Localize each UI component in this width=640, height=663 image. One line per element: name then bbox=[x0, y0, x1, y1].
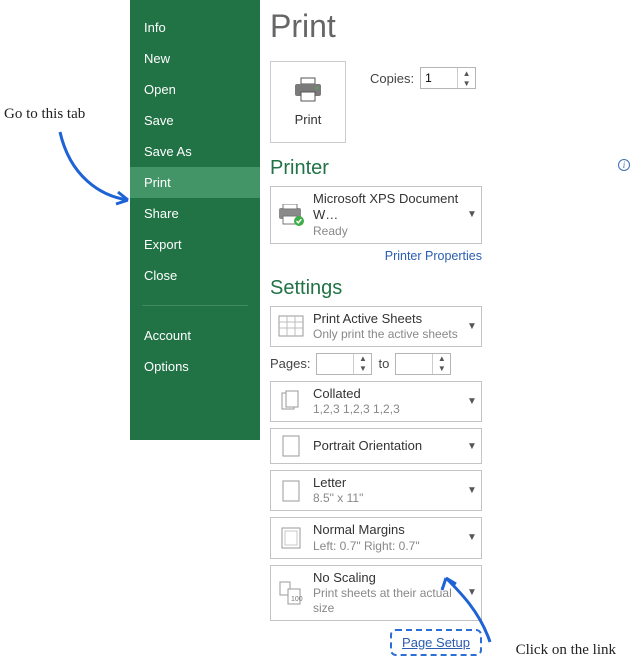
printer-status-icon bbox=[271, 187, 311, 243]
page-icon bbox=[271, 471, 311, 510]
scaling-dropdown[interactable]: 100 No Scaling Print sheets at their act… bbox=[270, 565, 482, 621]
copies-up-icon[interactable]: ▲ bbox=[458, 68, 475, 78]
sidebar-item-options[interactable]: Options bbox=[130, 351, 260, 382]
sheets-icon bbox=[271, 307, 311, 346]
annotation-link: Click on the link bbox=[516, 642, 616, 659]
copies-input[interactable] bbox=[421, 68, 457, 88]
print-panel: Print Print Copies: ▲ ▼ bbox=[270, 0, 630, 656]
pages-to-spinner[interactable]: ▲▼ bbox=[395, 353, 451, 375]
svg-text:100: 100 bbox=[291, 596, 303, 603]
printer-heading: Printer bbox=[270, 157, 329, 180]
chevron-down-icon: ▼ bbox=[463, 518, 481, 557]
chevron-down-icon: ▼ bbox=[463, 187, 481, 243]
sidebar-item-open[interactable]: Open bbox=[130, 74, 260, 105]
margins-line2: Left: 0.7" Right: 0.7" bbox=[313, 539, 461, 554]
chevron-down-icon: ▼ bbox=[463, 382, 481, 421]
print-button[interactable]: Print bbox=[270, 61, 346, 143]
down-icon[interactable]: ▼ bbox=[433, 364, 450, 374]
sidebar-item-save-as[interactable]: Save As bbox=[130, 136, 260, 167]
chevron-down-icon: ▼ bbox=[463, 471, 481, 510]
sidebar-divider bbox=[142, 305, 248, 306]
margins-dropdown[interactable]: Normal Margins Left: 0.7" Right: 0.7" ▼ bbox=[270, 517, 482, 558]
paper-line1: Letter bbox=[313, 475, 461, 491]
copies-label: Copies: bbox=[370, 71, 414, 86]
copies-down-icon[interactable]: ▼ bbox=[458, 78, 475, 88]
collation-line2: 1,2,3 1,2,3 1,2,3 bbox=[313, 402, 461, 417]
print-what-dropdown[interactable]: Print Active Sheets Only print the activ… bbox=[270, 306, 482, 347]
pages-label: Pages: bbox=[270, 356, 310, 371]
collation-line1: Collated bbox=[313, 386, 461, 402]
print-button-label: Print bbox=[295, 112, 322, 127]
sidebar-item-close[interactable]: Close bbox=[130, 260, 260, 291]
print-what-line1: Print Active Sheets bbox=[313, 311, 461, 327]
annotation-tab: Go to this tab bbox=[4, 106, 85, 123]
printer-status: Ready bbox=[313, 224, 461, 239]
printer-properties-link[interactable]: Printer Properties bbox=[385, 249, 482, 263]
chevron-down-icon: ▼ bbox=[463, 566, 481, 620]
margins-icon bbox=[271, 518, 311, 557]
printer-icon bbox=[292, 77, 324, 106]
sidebar-item-info[interactable]: Info bbox=[130, 12, 260, 43]
scaling-line1: No Scaling bbox=[313, 570, 461, 586]
backstage-sidebar: Info New Open Save Save As Print Share E… bbox=[130, 0, 260, 440]
sidebar-item-account[interactable]: Account bbox=[130, 320, 260, 351]
sidebar-item-export[interactable]: Export bbox=[130, 229, 260, 260]
page-setup-link[interactable]: Page Setup bbox=[390, 629, 482, 656]
paper-line2: 8.5" x 11" bbox=[313, 491, 461, 506]
arrow-to-tab-icon bbox=[40, 126, 140, 216]
up-icon[interactable]: ▲ bbox=[354, 354, 371, 364]
orientation-line1: Portrait Orientation bbox=[313, 438, 461, 454]
printer-name: Microsoft XPS Document W… bbox=[313, 191, 461, 224]
margins-line1: Normal Margins bbox=[313, 522, 461, 538]
collated-icon bbox=[271, 382, 311, 421]
page-title: Print bbox=[270, 8, 630, 45]
scaling-icon: 100 bbox=[271, 566, 311, 620]
info-icon[interactable]: i bbox=[618, 159, 630, 171]
pages-from-input[interactable] bbox=[317, 354, 353, 374]
sidebar-item-share[interactable]: Share bbox=[130, 198, 260, 229]
settings-heading: Settings bbox=[270, 277, 630, 300]
print-what-line2: Only print the active sheets bbox=[313, 327, 461, 342]
paper-size-dropdown[interactable]: Letter 8.5" x 11" ▼ bbox=[270, 470, 482, 511]
portrait-icon bbox=[271, 429, 311, 463]
sidebar-item-save[interactable]: Save bbox=[130, 105, 260, 136]
chevron-down-icon: ▼ bbox=[463, 429, 481, 463]
orientation-dropdown[interactable]: Portrait Orientation ▼ bbox=[270, 428, 482, 464]
sidebar-item-new[interactable]: New bbox=[130, 43, 260, 74]
down-icon[interactable]: ▼ bbox=[354, 364, 371, 374]
printer-dropdown[interactable]: Microsoft XPS Document W… Ready ▼ bbox=[270, 186, 482, 244]
sidebar-item-print[interactable]: Print bbox=[130, 167, 260, 198]
chevron-down-icon: ▼ bbox=[463, 307, 481, 346]
up-icon[interactable]: ▲ bbox=[433, 354, 450, 364]
pages-from-spinner[interactable]: ▲▼ bbox=[316, 353, 372, 375]
copies-spinner[interactable]: ▲ ▼ bbox=[420, 67, 476, 89]
pages-to-label: to bbox=[378, 356, 389, 371]
scaling-line2: Print sheets at their actual size bbox=[313, 586, 461, 616]
pages-to-input[interactable] bbox=[396, 354, 432, 374]
collation-dropdown[interactable]: Collated 1,2,3 1,2,3 1,2,3 ▼ bbox=[270, 381, 482, 422]
